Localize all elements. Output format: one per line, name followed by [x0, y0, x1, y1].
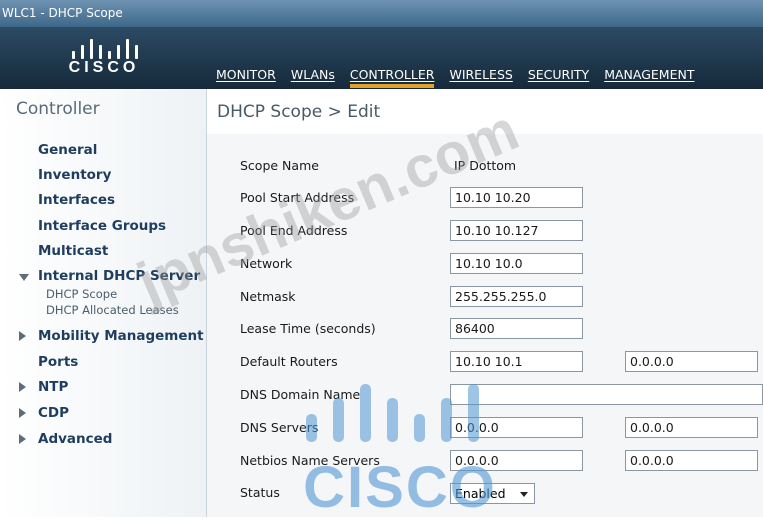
- netbios-server-2-input[interactable]: [625, 450, 758, 471]
- scope-edit-form: Scope Name IP Dottom Pool Start Address …: [207, 134, 763, 517]
- sidebar-item-inventory[interactable]: Inventory: [38, 167, 111, 183]
- sidebar-item-advanced[interactable]: Advanced: [38, 431, 112, 447]
- scope-name-label: Scope Name: [240, 158, 319, 173]
- default-routers-label: Default Routers: [240, 354, 338, 369]
- top-header: CISCO MONITOR WLANs CONTROLLER WIRELESS SECU…: [0, 27, 763, 89]
- lease-time-input[interactable]: [450, 318, 583, 339]
- triangle-down-icon[interactable]: [19, 274, 29, 281]
- netmask-input[interactable]: [450, 286, 583, 307]
- pool-start-label: Pool Start Address: [240, 190, 355, 205]
- triangle-right-icon[interactable]: [19, 382, 26, 392]
- default-router-1-input[interactable]: [450, 351, 583, 372]
- status-select[interactable]: Enabled: [450, 483, 535, 504]
- default-router-2-input[interactable]: [625, 351, 758, 372]
- page-title: DHCP Scope > Edit: [217, 102, 381, 122]
- sidebar-item-ntp[interactable]: NTP: [38, 379, 68, 395]
- lease-time-label: Lease Time (seconds): [240, 321, 376, 336]
- sidebar-subitem-dhcp-scope[interactable]: DHCP Scope: [46, 287, 117, 301]
- sidebar: Controller General Inventory Interfaces …: [0, 89, 207, 517]
- window-title: WLC1 - DHCP Scope: [2, 6, 123, 20]
- cisco-logo-text: CISCO: [68, 59, 140, 76]
- nav-wireless[interactable]: WIRELESS: [449, 67, 512, 88]
- scope-name-value: IP Dottom: [454, 158, 517, 173]
- network-label: Network: [240, 256, 293, 271]
- sidebar-item-interfaces[interactable]: Interfaces: [38, 192, 115, 208]
- dns-domain-label: DNS Domain Name: [240, 387, 361, 402]
- sidebar-item-internal-dhcp-server[interactable]: Internal DHCP Server: [38, 268, 200, 284]
- main-nav: MONITOR WLANs CONTROLLER WIRELESS SECURITY MA…: [216, 64, 709, 89]
- netbios-label: Netbios Name Servers: [240, 453, 380, 468]
- status-label: Status: [240, 485, 280, 500]
- sidebar-item-interface-groups[interactable]: Interface Groups: [38, 218, 166, 234]
- window-titlebar: WLC1 - DHCP Scope: [0, 0, 763, 27]
- network-input[interactable]: [450, 253, 583, 274]
- cisco-bars-icon: [68, 35, 140, 59]
- triangle-right-icon[interactable]: [19, 331, 26, 341]
- netbios-server-1-input[interactable]: [450, 450, 583, 471]
- chevron-down-icon: [520, 492, 528, 497]
- nav-wlans[interactable]: WLANs: [291, 67, 335, 88]
- pool-end-label: Pool End Address: [240, 223, 348, 238]
- sidebar-item-multicast[interactable]: Multicast: [38, 243, 108, 259]
- sidebar-item-ports[interactable]: Ports: [38, 354, 78, 370]
- netmask-label: Netmask: [240, 289, 296, 304]
- dns-servers-label: DNS Servers: [240, 420, 319, 435]
- triangle-right-icon[interactable]: [19, 408, 26, 418]
- sidebar-title: Controller: [16, 99, 100, 119]
- dns-domain-input[interactable]: [450, 384, 763, 405]
- status-select-value: Enabled: [455, 486, 506, 501]
- nav-controller[interactable]: CONTROLLER: [349, 67, 435, 88]
- triangle-right-icon[interactable]: [19, 434, 26, 444]
- sidebar-item-mobility-management[interactable]: Mobility Management: [38, 328, 204, 344]
- sidebar-item-general[interactable]: General: [38, 142, 97, 158]
- dns-server-1-input[interactable]: [450, 417, 583, 438]
- pool-end-input[interactable]: [450, 220, 583, 241]
- nav-security[interactable]: SECURITY: [528, 67, 589, 88]
- dns-server-2-input[interactable]: [625, 417, 758, 438]
- sidebar-item-cdp[interactable]: CDP: [38, 405, 69, 421]
- cisco-logo: CISCO: [64, 35, 144, 83]
- nav-monitor[interactable]: MONITOR: [216, 67, 276, 88]
- sidebar-subitem-dhcp-allocated-leases[interactable]: DHCP Allocated Leases: [46, 303, 179, 317]
- nav-management[interactable]: MANAGEMENT: [604, 67, 694, 88]
- pool-start-input[interactable]: [450, 187, 583, 208]
- main-content: DHCP Scope > Edit Scope Name IP Dottom P…: [207, 89, 763, 517]
